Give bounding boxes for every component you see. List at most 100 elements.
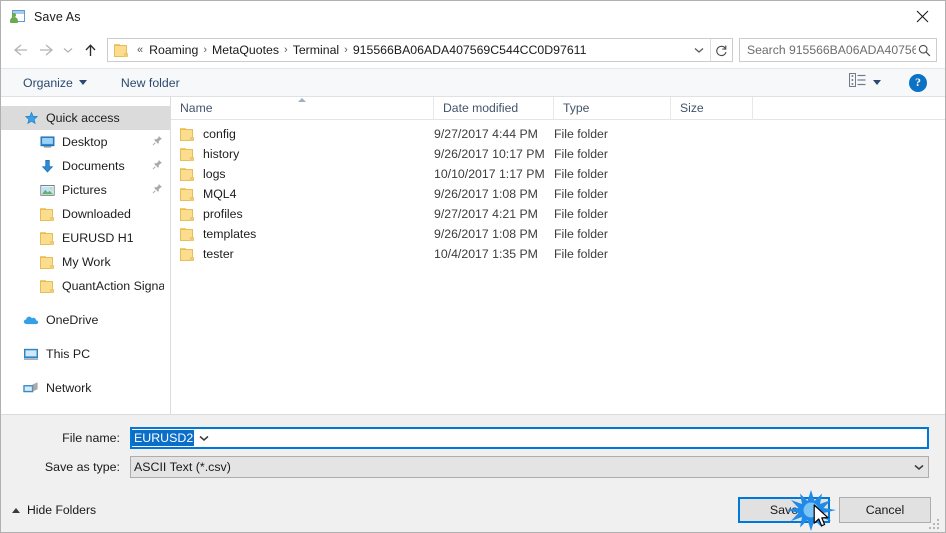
file-type-cell: File folder xyxy=(554,227,608,241)
breadcrumb-item-terminal[interactable]: Terminal xyxy=(289,42,343,58)
breadcrumb-item-guid[interactable]: 915566BA06ADA407569C544CC0D97611 xyxy=(349,42,591,58)
file-name-cell: tester xyxy=(171,247,434,261)
breadcrumb-item-metaquotes[interactable]: MetaQuotes xyxy=(208,42,283,58)
table-row[interactable]: tester 10/4/2017 1:35 PM File folder xyxy=(171,244,945,264)
file-name-label: tester xyxy=(203,247,234,261)
file-list: config 9/27/2017 4:44 PM File folder his… xyxy=(171,120,945,414)
table-row[interactable]: logs 10/10/2017 1:17 PM File folder xyxy=(171,164,945,184)
folder-icon xyxy=(180,167,195,181)
folder-icon xyxy=(180,127,195,141)
sidebar-item-quick-access[interactable]: Quick access xyxy=(1,106,170,130)
navigation-sidebar: Quick access Desktop Documents Pictures … xyxy=(1,97,171,414)
folder-icon xyxy=(180,247,195,261)
sidebar-divider xyxy=(1,298,170,308)
save-as-type-select[interactable]: ASCII Text (*.csv) xyxy=(130,456,929,478)
hide-folders-button[interactable]: Hide Folders xyxy=(12,503,96,517)
file-name-label: logs xyxy=(203,167,226,181)
table-row[interactable]: config 9/27/2017 4:44 PM File folder xyxy=(171,124,945,144)
sidebar-item-label: Pictures xyxy=(62,183,107,197)
column-header-date-modified[interactable]: Date modified xyxy=(434,96,554,120)
sidebar-item-onedrive[interactable]: OneDrive xyxy=(1,308,170,332)
address-bar[interactable]: « Roaming › MetaQuotes › Terminal › 9155… xyxy=(107,38,733,62)
sidebar-item-label: EURUSD H1 xyxy=(62,231,134,245)
file-date-cell: 10/10/2017 1:17 PM xyxy=(434,167,545,181)
footer-buttons: Save Cancel xyxy=(738,497,931,523)
file-type-cell: File folder xyxy=(554,207,608,221)
file-name-label: templates xyxy=(203,227,257,241)
save-button[interactable]: Save xyxy=(738,497,830,523)
sidebar-item-my-work[interactable]: My Work xyxy=(1,250,170,274)
sidebar-divider xyxy=(1,366,170,376)
pin-icon xyxy=(152,183,164,197)
file-type-cell: File folder xyxy=(554,147,608,161)
chevron-down-icon[interactable] xyxy=(194,435,213,442)
file-date-cell: 9/27/2017 4:44 PM xyxy=(434,127,538,141)
chevron-down-icon[interactable] xyxy=(909,464,928,471)
sidebar-item-desktop[interactable]: Desktop xyxy=(1,130,170,154)
help-icon[interactable]: ? xyxy=(909,73,927,92)
table-row[interactable]: profiles 9/27/2017 4:21 PM File folder xyxy=(171,204,945,224)
column-header-size[interactable]: Size xyxy=(671,96,753,120)
folder-icon xyxy=(39,254,55,270)
file-date-cell: 10/4/2017 1:35 PM xyxy=(434,247,538,261)
folder-icon xyxy=(180,227,195,241)
new-folder-label: New folder xyxy=(120,75,180,90)
column-header-type[interactable]: Type xyxy=(554,96,671,120)
star-icon xyxy=(23,110,39,126)
refresh-icon[interactable] xyxy=(710,39,732,61)
recent-locations-button[interactable] xyxy=(59,37,77,63)
sidebar-item-label: My Work xyxy=(62,255,111,269)
pin-icon xyxy=(152,159,164,173)
view-options-button[interactable] xyxy=(843,71,887,94)
file-name-cell: history xyxy=(171,147,434,161)
file-date-cell: 9/26/2017 10:17 PM xyxy=(434,147,545,161)
sidebar-item-downloaded[interactable]: Downloaded xyxy=(1,202,170,226)
download-arrow-icon xyxy=(39,158,55,174)
network-icon xyxy=(23,380,39,396)
chevron-up-icon xyxy=(12,507,20,513)
table-row[interactable]: MQL4 9/26/2017 1:08 PM File folder xyxy=(171,184,945,204)
breadcrumb-overflow[interactable]: « xyxy=(135,43,145,57)
file-date-cell: 9/26/2017 1:08 PM xyxy=(434,227,538,241)
sidebar-item-network[interactable]: Network xyxy=(1,376,170,400)
back-button[interactable] xyxy=(7,37,33,63)
sidebar-item-eurusd-h1[interactable]: EURUSD H1 xyxy=(1,226,170,250)
file-name-label: config xyxy=(203,127,236,141)
breadcrumb-item-roaming[interactable]: Roaming xyxy=(145,42,202,58)
file-name-input[interactable]: EURUSD2 xyxy=(130,427,929,449)
new-folder-button[interactable]: New folder xyxy=(113,74,188,92)
sidebar-item-this-pc[interactable]: This PC xyxy=(1,342,170,366)
folder-icon xyxy=(180,187,195,201)
close-icon[interactable] xyxy=(899,1,945,32)
toolbar-right-group: ? xyxy=(843,71,937,94)
resize-grip-icon[interactable] xyxy=(929,517,942,530)
sidebar-item-quantaction-signal[interactable]: QuantAction Signal xyxy=(1,274,170,298)
sidebar-item-pictures[interactable]: Pictures xyxy=(1,178,170,202)
cancel-button[interactable]: Cancel xyxy=(839,497,931,523)
table-row[interactable]: history 9/26/2017 10:17 PM File folder xyxy=(171,144,945,164)
search-input[interactable]: Search 915566BA06ADA40756... xyxy=(739,38,937,62)
organize-label: Organize xyxy=(23,75,73,90)
organize-button[interactable]: Organize xyxy=(15,74,95,92)
column-header-name[interactable]: Name xyxy=(171,96,434,120)
save-as-type-row: Save as type: ASCII Text (*.csv) xyxy=(17,456,929,478)
table-row[interactable]: templates 9/26/2017 1:08 PM File folder xyxy=(171,224,945,244)
sidebar-item-label: Desktop xyxy=(62,135,108,149)
save-as-dialog: Save As « Roaming › MetaQuotes › Termina… xyxy=(0,0,946,533)
folder-icon xyxy=(39,206,55,222)
chevron-down-icon xyxy=(78,80,87,85)
file-name-cell: templates xyxy=(171,227,434,241)
sidebar-item-label: Downloaded xyxy=(62,207,131,221)
monitor-icon xyxy=(39,134,55,150)
forward-button[interactable] xyxy=(33,37,59,63)
sidebar-item-documents[interactable]: Documents xyxy=(1,154,170,178)
file-type-cell: File folder xyxy=(554,167,608,181)
chevron-down-icon[interactable] xyxy=(688,39,710,61)
column-header-label: Date modified xyxy=(443,101,519,115)
sidebar-item-label: Network xyxy=(46,381,92,395)
file-name-value: EURUSD2 xyxy=(132,430,195,446)
file-name-cell: logs xyxy=(171,167,434,181)
picture-icon xyxy=(39,182,55,198)
file-name-row: File name: EURUSD2 xyxy=(17,427,929,449)
up-button[interactable] xyxy=(77,37,103,63)
